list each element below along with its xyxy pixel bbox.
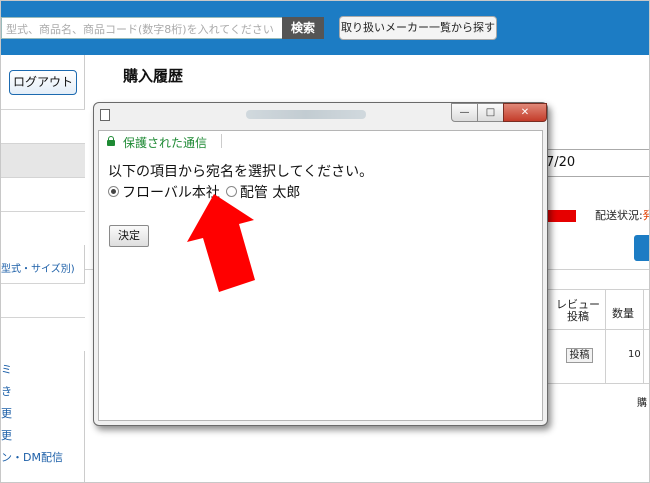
screenshot-frame: 型式、商品名、商品コード(数字8桁)を入れてください 検索 取り扱いメーカー一覧… <box>0 0 650 483</box>
red-arrow-annotation <box>187 194 255 292</box>
